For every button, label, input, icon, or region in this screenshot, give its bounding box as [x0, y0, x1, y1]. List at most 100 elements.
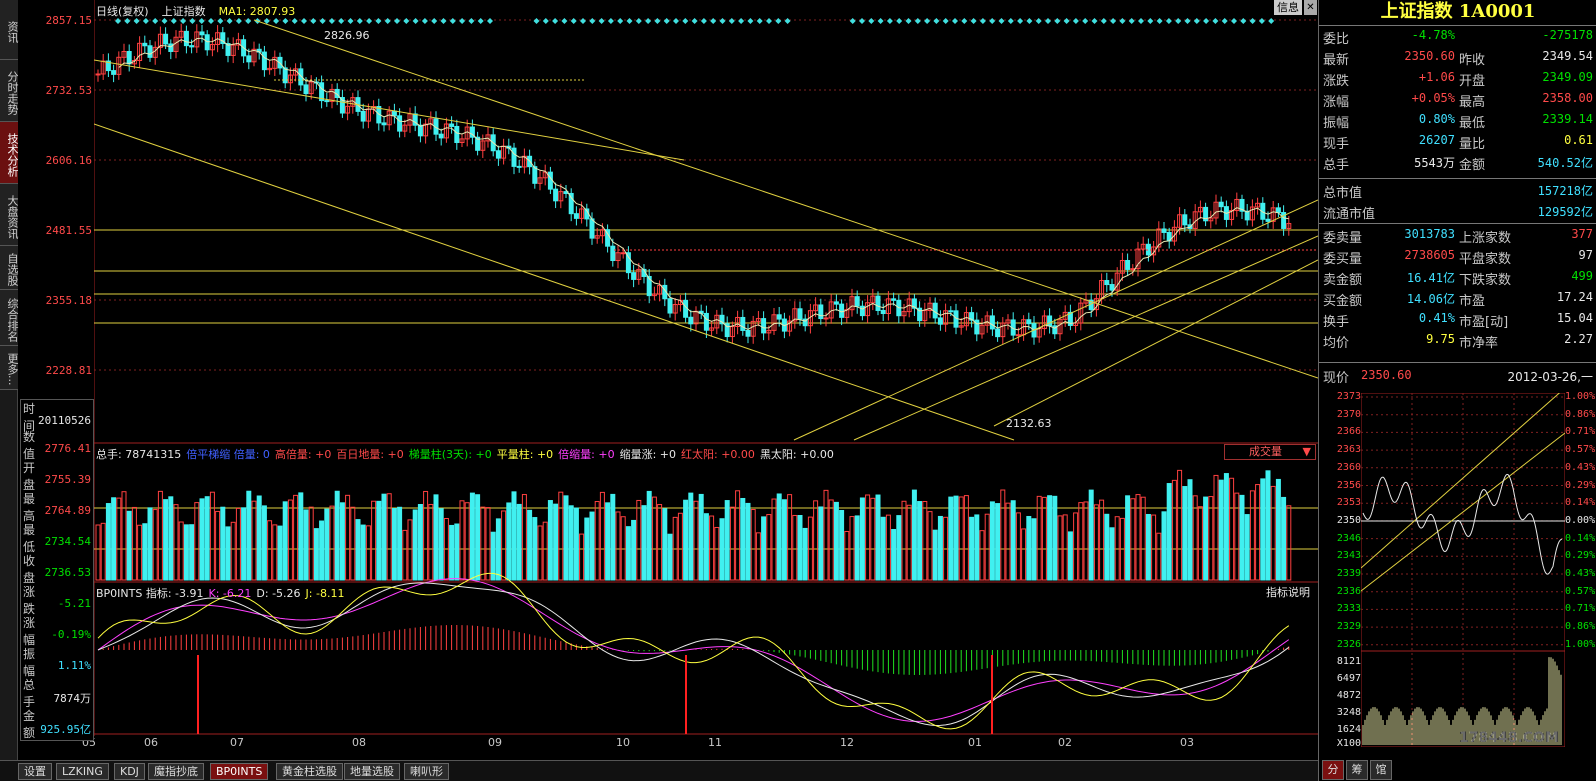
- quote-value: 2350.60: [1404, 49, 1455, 63]
- quote-label: 委卖量: [1323, 231, 1363, 246]
- quote-row: 卖金额 16.41亿 下跌家数 499: [1319, 267, 1596, 288]
- left-tab-3[interactable]: 大盘资讯: [0, 184, 19, 246]
- intraday-chart[interactable]: [1361, 393, 1565, 747]
- data-window-value: 1.11%: [57, 659, 91, 672]
- quote-value: 157218亿: [1537, 184, 1593, 198]
- indicator-tab-7[interactable]: 喇叭形: [404, 763, 449, 780]
- right-tab-2[interactable]: 馆: [1370, 760, 1392, 780]
- divider: [1319, 25, 1596, 26]
- quote-value: 540.52亿: [1537, 156, 1593, 170]
- right-tab-1[interactable]: 筹: [1346, 760, 1368, 780]
- intraday-pct-tick: 0.29%: [1565, 479, 1596, 491]
- left-tab-strip: 资讯 分时走势 技术分析 大盘资讯 自选股 综合排名 更多...: [0, 0, 19, 760]
- indicator-tab-6[interactable]: 地量选股: [344, 763, 400, 780]
- indicator-tab-1[interactable]: LZKING: [56, 763, 109, 780]
- volume-stat: 缩量涨: +0: [619, 448, 677, 461]
- month-label: 10: [616, 736, 630, 749]
- quote-value: 9.75: [1426, 332, 1455, 346]
- low-annotation: 2132.63: [1006, 417, 1052, 430]
- quote-row: 振幅 0.80% 最低 2339.14: [1319, 110, 1596, 131]
- left-tab-5[interactable]: 综合排名: [0, 290, 19, 346]
- indicator-help-button[interactable]: 指标说明: [1266, 584, 1310, 600]
- quote-label: 昨收: [1459, 53, 1486, 68]
- kline-chart[interactable]: [94, 0, 1318, 760]
- indicator-tab-3[interactable]: 魔指抄底: [148, 763, 204, 780]
- indicator-tab-4[interactable]: BP0INTS: [210, 763, 269, 780]
- volume-stat: 平量柱: +0: [496, 448, 554, 461]
- month-label: 09: [488, 736, 502, 749]
- intraday-pct-tick: 0.86%: [1565, 621, 1596, 633]
- quote-label: 金额: [1459, 158, 1486, 173]
- volume-stat: 倍缩量: +0: [558, 448, 615, 461]
- info-button[interactable]: 信息: [1274, 0, 1302, 15]
- intraday-grid: [1361, 393, 1565, 747]
- month-label: 01: [968, 736, 982, 749]
- left-tab-0[interactable]: 资讯: [0, 0, 19, 60]
- quote-label: 市盈[动]: [1459, 315, 1509, 330]
- data-window-value: 2776.41: [44, 442, 91, 455]
- price-tick: 2481.55: [45, 224, 92, 237]
- volume-header: 总手: 78741315 倍平梯缩 倍量: 0 高倍量: +0 百日地量: +0 梯量柱…: [96, 446, 839, 462]
- indicator-stat: K: -6.21: [208, 587, 252, 600]
- quote-row: 买金额 14.06亿 市盈 17.24: [1319, 288, 1596, 309]
- quote-row: 流通市值 129592亿: [1319, 201, 1596, 222]
- intraday-price-tick: 2350: [1336, 514, 1361, 526]
- quote-value: 2349.09: [1542, 70, 1593, 84]
- close-icon[interactable]: ✕: [1304, 0, 1317, 15]
- intraday-pct-tick: 0.43%: [1565, 461, 1596, 473]
- divider: [1319, 178, 1596, 179]
- high-annotation: 2826.96: [324, 29, 370, 42]
- data-window-value: -0.19%: [51, 628, 91, 641]
- left-tab-1[interactable]: 分时走势: [0, 60, 19, 122]
- chart-header: 日线(复权) 上证指数 MA1: 2807.93: [96, 3, 295, 19]
- month-label: 12: [840, 736, 854, 749]
- quote-value: 3013783: [1404, 227, 1455, 241]
- data-window: 时间 20110526 数值 2776.41 开盘 2755.39 最高 2764.89 最低 2…: [20, 399, 94, 741]
- intraday-pct-tick: 0.29%: [1565, 550, 1596, 562]
- quote-value: 2349.54: [1542, 49, 1593, 63]
- period-label[interactable]: 日线(复权): [96, 5, 149, 18]
- left-tab-2[interactable]: 技术分析: [0, 122, 19, 184]
- left-tab-6[interactable]: 更多...: [0, 346, 19, 390]
- quote-label: 开盘: [1459, 74, 1486, 89]
- month-label: 07: [230, 736, 244, 749]
- data-window-value: 2734.54: [44, 535, 91, 548]
- intraday-pct-tick: 0.14%: [1565, 532, 1596, 544]
- quote-label: 最新: [1323, 53, 1350, 68]
- data-window-value: 2764.89: [44, 504, 91, 517]
- volume-stat: 红太阳: +0.00: [681, 448, 755, 461]
- quote-label: 流通市值: [1323, 207, 1376, 222]
- volume-dropdown[interactable]: 成交量 ▼: [1224, 444, 1316, 460]
- indicator-tab-bar: 设置 LZKING KDJ 魔指抄底 BP0INTS 黄金柱选股 地量选股 喇叭形: [0, 760, 1320, 781]
- indicator-tab-2[interactable]: KDJ: [114, 763, 145, 780]
- month-label: 11: [708, 736, 722, 749]
- right-tab-0[interactable]: 分: [1322, 760, 1344, 780]
- intraday-volume-tick: 1624: [1336, 724, 1361, 735]
- indicator-header: BP0INTS 指标: -3.91 K: -6.21 D: -5.26 J: -8.1…: [96, 585, 349, 601]
- divider: [1319, 223, 1596, 224]
- indicator-tab-5[interactable]: 黄金柱选股: [276, 763, 343, 780]
- quote-row: 现手 26207 量比 0.61: [1319, 131, 1596, 152]
- quote-value: 2339.14: [1542, 112, 1593, 126]
- volume-stat: 黑太阳: +0.00: [759, 448, 834, 461]
- intraday-pct-tick: 0.14%: [1565, 497, 1596, 509]
- data-window-value: 7874万: [53, 692, 92, 705]
- quote-label: 委比: [1323, 32, 1350, 47]
- intraday-price-tick: 2366: [1336, 426, 1361, 438]
- left-tab-4[interactable]: 自选股: [0, 246, 19, 290]
- quote-value: 2738605: [1404, 248, 1455, 262]
- price-tick: 2606.16: [45, 154, 92, 167]
- quote-label: 卖金额: [1323, 273, 1363, 288]
- chart-grid: [94, 0, 1318, 736]
- candlesticks: [95, 23, 1292, 345]
- intraday-price-tick: 2346: [1336, 532, 1361, 544]
- quote-label: 均价: [1323, 336, 1350, 351]
- indicator-stat: J: -8.11: [305, 587, 345, 600]
- indicator-tab-0[interactable]: 设置: [18, 763, 52, 780]
- quote-value: -4.78%: [1411, 28, 1455, 42]
- quote-label: 现手: [1323, 137, 1350, 152]
- data-window-value: 2736.53: [44, 566, 91, 579]
- quote-value: 17.24: [1556, 290, 1593, 304]
- quote-row: 均价 9.75 市净率 2.27: [1319, 330, 1596, 351]
- volume-dropdown-label: 成交量: [1249, 445, 1282, 458]
